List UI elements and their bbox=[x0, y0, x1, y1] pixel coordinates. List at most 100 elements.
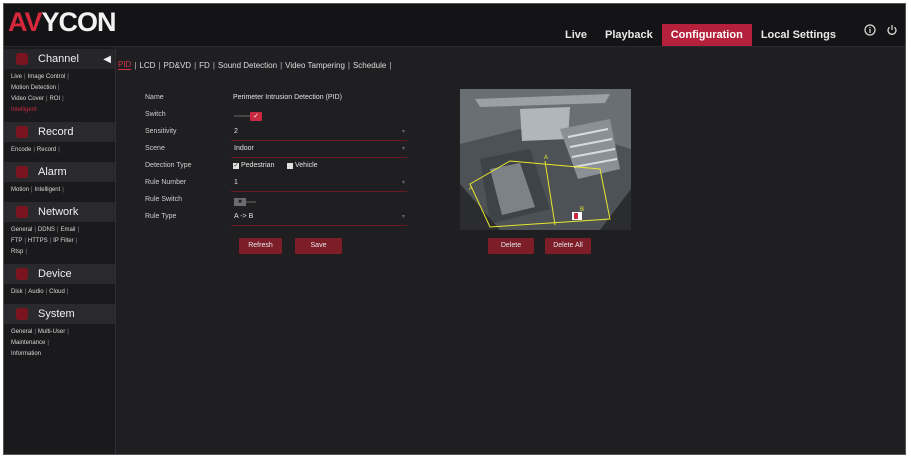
sidebar-section-title: Channel bbox=[38, 53, 79, 65]
chevron-down-icon: ▾ bbox=[401, 180, 405, 186]
link-image-control[interactable]: Image Control bbox=[28, 74, 66, 80]
sidebar-section-alarm[interactable]: Alarm bbox=[4, 162, 115, 182]
refresh-button[interactable]: Refresh bbox=[239, 238, 282, 254]
link-video-cover[interactable]: Video Cover bbox=[11, 96, 44, 102]
link-multi-user[interactable]: Multi-User bbox=[38, 329, 65, 335]
rule-switch-toggle[interactable]: ■ bbox=[234, 198, 264, 206]
link-maintenance[interactable]: Maintenance bbox=[11, 340, 45, 346]
row-name: Name Perimeter Intrusion Detection (PID) bbox=[145, 92, 415, 108]
row-rule-switch: Rule Switch ■ bbox=[145, 194, 415, 210]
sidebar-section-record[interactable]: Record bbox=[4, 122, 115, 142]
nav-configuration[interactable]: Configuration bbox=[661, 24, 752, 46]
sidebar-links-system: General | Multi-User | Maintenance | Informa… bbox=[11, 329, 69, 357]
network-icon bbox=[16, 206, 28, 218]
link-roi[interactable]: ROI bbox=[49, 96, 60, 102]
rule-type-select[interactable]: A -> B ▾ bbox=[231, 211, 407, 226]
sidebar-section-title: Alarm bbox=[38, 166, 67, 178]
nav-local-settings[interactable]: Local Settings bbox=[752, 24, 845, 46]
vehicle-checkbox[interactable]: Vehicle bbox=[287, 162, 318, 169]
switch-label: Switch bbox=[145, 111, 166, 118]
sensitivity-label: Sensitivity bbox=[145, 128, 177, 135]
sidebar-links-network: General | DDNS | Email | FTP | HTTPS | IP Filter |… bbox=[11, 227, 80, 255]
nav-live[interactable]: Live bbox=[556, 24, 596, 46]
row-switch: Switch ✓ bbox=[145, 109, 415, 125]
pedestrian-checkbox[interactable]: ✓ Pedestrian bbox=[233, 162, 274, 169]
save-button[interactable]: Save bbox=[295, 238, 342, 254]
sidebar-section-channel[interactable]: Channel ◀ bbox=[4, 49, 115, 69]
tab-fd[interactable]: FD bbox=[199, 61, 210, 70]
app-frame: AV YCON Live Playback Configuration Local… bbox=[3, 3, 906, 455]
sidebar-section-title: Device bbox=[38, 268, 72, 280]
delete-button[interactable]: Delete bbox=[488, 238, 534, 254]
link-motion-detection[interactable]: Motion Detection bbox=[11, 85, 56, 91]
nav-playback[interactable]: Playback bbox=[596, 24, 662, 46]
sidebar-section-network[interactable]: Network bbox=[4, 202, 115, 222]
sidebar-links-alarm: Motion | Intelligent | bbox=[11, 187, 64, 193]
rule-number-label: Rule Number bbox=[145, 179, 187, 186]
channel-icon bbox=[16, 53, 28, 65]
device-icon bbox=[16, 268, 28, 280]
row-detection-type: Detection Type ✓ Pedestrian Vehicle bbox=[145, 160, 415, 176]
collapse-arrow-icon[interactable]: ◀ bbox=[103, 54, 111, 65]
sidebar-section-title: Record bbox=[38, 126, 74, 138]
check-icon: ✓ bbox=[250, 112, 262, 121]
link-ddns[interactable]: DDNS bbox=[38, 227, 55, 233]
link-live[interactable]: Live bbox=[11, 74, 22, 80]
rule-number-select[interactable]: 1 ▾ bbox=[231, 177, 407, 192]
link-alarm-intelligent[interactable]: Intelligent bbox=[35, 187, 61, 193]
scene-label: Scene bbox=[145, 145, 165, 152]
record-icon bbox=[16, 126, 28, 138]
link-system-general[interactable]: General bbox=[11, 329, 32, 335]
tab-lcd[interactable]: LCD bbox=[139, 61, 155, 70]
switch-toggle[interactable]: ✓ bbox=[234, 112, 264, 121]
sidebar: Channel ◀ Live | Image Control | Motion Det… bbox=[4, 47, 116, 454]
link-general[interactable]: General bbox=[11, 227, 32, 233]
checkbox-checked-icon: ✓ bbox=[233, 162, 239, 169]
svg-text:A: A bbox=[544, 155, 548, 161]
link-encode[interactable]: Encode bbox=[11, 147, 31, 153]
tab-pid[interactable]: PID bbox=[118, 60, 132, 70]
scene-select[interactable]: Indoor ▾ bbox=[231, 143, 407, 158]
scene-value: Indoor bbox=[234, 145, 254, 152]
tab-video-tampering[interactable]: Video Tampering bbox=[285, 61, 345, 70]
detection-type-label: Detection Type bbox=[145, 162, 192, 169]
power-icon[interactable] bbox=[885, 24, 899, 38]
link-https[interactable]: HTTPS bbox=[28, 238, 48, 244]
link-disk[interactable]: Disk bbox=[11, 289, 23, 295]
link-cloud[interactable]: Cloud bbox=[49, 289, 65, 295]
rule-number-value: 1 bbox=[234, 179, 238, 186]
tab-pd-vd[interactable]: PD&VD bbox=[164, 61, 192, 70]
sidebar-section-device[interactable]: Device bbox=[4, 264, 115, 284]
link-ip-filter[interactable]: IP Filter bbox=[53, 238, 74, 244]
sidebar-section-system[interactable]: System bbox=[4, 304, 115, 324]
tab-schedule[interactable]: Schedule bbox=[353, 61, 386, 70]
top-icons bbox=[863, 24, 899, 38]
pedestrian-label: Pedestrian bbox=[241, 162, 275, 169]
sensitivity-select[interactable]: 2 ▾ bbox=[231, 126, 407, 141]
chevron-down-icon: ▾ bbox=[401, 214, 405, 220]
delete-all-button[interactable]: Delete All bbox=[545, 238, 591, 254]
rule-type-label: Rule Type bbox=[145, 213, 177, 220]
toggle-off-icon: ■ bbox=[234, 198, 246, 206]
name-label: Name bbox=[145, 94, 164, 101]
row-scene: Scene Indoor ▾ bbox=[145, 143, 415, 159]
link-intelligent[interactable]: Intelligent bbox=[11, 107, 37, 113]
sensitivity-value: 2 bbox=[234, 128, 238, 135]
link-email[interactable]: Email bbox=[61, 227, 76, 233]
alarm-icon bbox=[16, 166, 28, 178]
rule-type-value: A -> B bbox=[234, 213, 254, 220]
chevron-down-icon: ▾ bbox=[401, 129, 405, 135]
checkbox-unchecked-icon bbox=[287, 162, 293, 169]
camera-preview[interactable]: A A B bbox=[460, 89, 631, 230]
link-motion[interactable]: Motion bbox=[11, 187, 29, 193]
sidebar-section-title: System bbox=[38, 308, 75, 320]
chevron-down-icon: ▾ bbox=[401, 146, 405, 152]
link-ftp[interactable]: FTP bbox=[11, 238, 22, 244]
info-icon[interactable] bbox=[863, 24, 877, 38]
row-rule-number: Rule Number 1 ▾ bbox=[145, 177, 415, 193]
tab-sound-detection[interactable]: Sound Detection bbox=[218, 61, 277, 70]
link-information[interactable]: Information bbox=[11, 351, 41, 357]
link-rtsp[interactable]: Rtsp bbox=[11, 249, 23, 255]
link-record[interactable]: Record bbox=[37, 147, 56, 153]
link-audio[interactable]: Audio bbox=[28, 289, 43, 295]
